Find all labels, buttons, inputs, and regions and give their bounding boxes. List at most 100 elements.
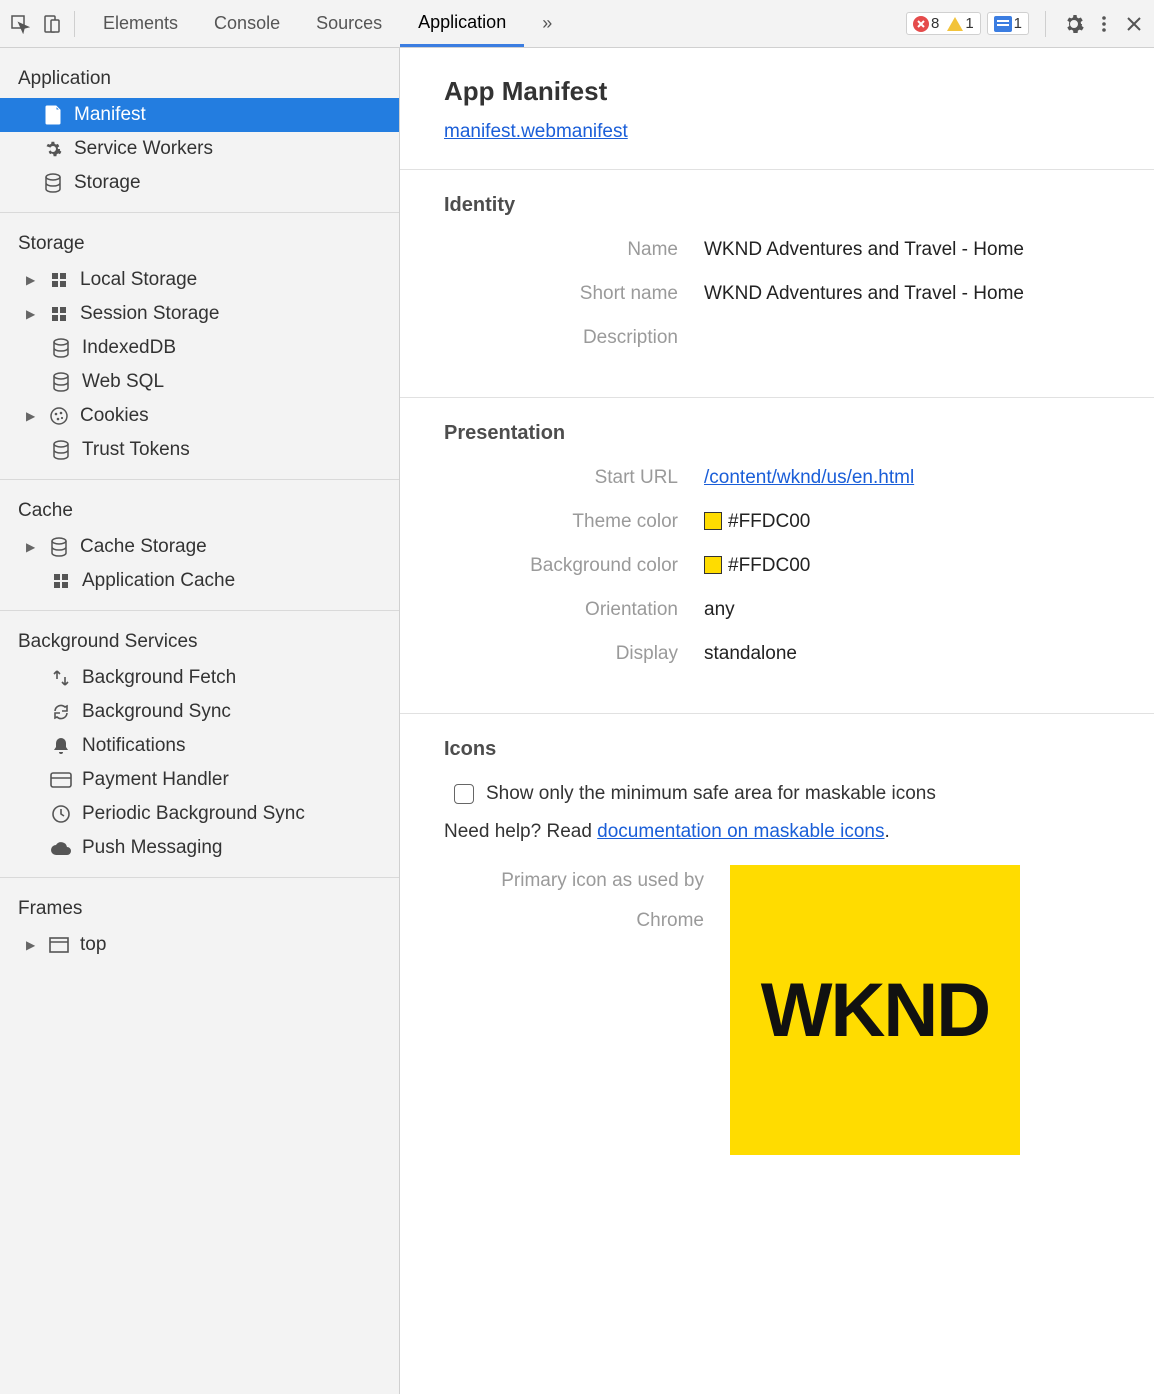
sidebar-item-label: Periodic Background Sync	[82, 803, 305, 825]
value-short-name: WKND Adventures and Travel - Home	[704, 283, 1024, 305]
sidebar-item-label: Trust Tokens	[82, 439, 190, 461]
settings-gear-icon[interactable]	[1062, 12, 1086, 36]
theme-color-swatch	[704, 512, 722, 530]
select-element-icon[interactable]	[8, 12, 32, 36]
error-warning-badge[interactable]: 8 1	[906, 12, 981, 35]
sidebar-item-service-workers[interactable]: Service Workers	[0, 132, 399, 166]
label-orientation: Orientation	[444, 599, 704, 621]
caret-right-icon: ▶	[26, 409, 40, 423]
label-start-url: Start URL	[444, 467, 704, 489]
sidebar-item-label: IndexedDB	[82, 337, 176, 359]
sidebar-item-periodic-bg-sync[interactable]: Periodic Background Sync	[0, 797, 399, 831]
value-orientation: any	[704, 599, 735, 621]
credit-card-icon	[50, 769, 72, 791]
icons-heading: Icons	[444, 738, 1110, 761]
label-name: Name	[444, 239, 704, 261]
warning-icon	[947, 17, 963, 31]
device-toolbar-icon[interactable]	[40, 12, 64, 36]
sidebar-item-label: Cookies	[80, 405, 149, 427]
sidebar-item-label: Background Fetch	[82, 667, 236, 689]
value-start-url[interactable]: /content/wknd/us/en.html	[704, 467, 914, 488]
sidebar-heading-frames: Frames	[0, 888, 399, 928]
close-icon[interactable]	[1122, 12, 1146, 36]
error-count: 8	[931, 15, 939, 32]
sidebar-item-label: Service Workers	[74, 138, 213, 160]
sidebar-item-label: Web SQL	[82, 371, 164, 393]
sync-icon	[50, 701, 72, 723]
sidebar-item-label: Cache Storage	[80, 536, 207, 558]
label-description: Description	[444, 327, 704, 349]
maskable-docs-link[interactable]: documentation on maskable icons	[597, 821, 884, 842]
sidebar-item-cookies[interactable]: ▶ Cookies	[0, 399, 399, 433]
sidebar-item-label: Payment Handler	[82, 769, 229, 791]
sidebar-item-session-storage[interactable]: ▶ Session Storage	[0, 297, 399, 331]
bell-icon	[50, 735, 72, 757]
sidebar-item-cache-storage[interactable]: ▶ Cache Storage	[0, 530, 399, 564]
sidebar-item-label: Push Messaging	[82, 837, 222, 859]
sidebar-item-application-cache[interactable]: Application Cache	[0, 564, 399, 598]
caret-right-icon: ▶	[26, 273, 40, 287]
kebab-menu-icon[interactable]	[1092, 12, 1116, 36]
value-name: WKND Adventures and Travel - Home	[704, 239, 1024, 261]
presentation-heading: Presentation	[444, 422, 1110, 445]
sidebar-heading-application: Application	[0, 58, 399, 98]
sidebar-item-notifications[interactable]: Notifications	[0, 729, 399, 763]
caret-right-icon: ▶	[26, 307, 40, 321]
sidebar-item-label: Local Storage	[80, 269, 197, 291]
bg-color-swatch	[704, 556, 722, 574]
database-icon	[50, 439, 72, 461]
label-theme-color: Theme color	[444, 511, 704, 533]
sidebar-item-label: Manifest	[74, 104, 146, 126]
database-icon	[48, 536, 70, 558]
sidebar-item-push-messaging[interactable]: Push Messaging	[0, 831, 399, 865]
database-icon	[50, 337, 72, 359]
label-display: Display	[444, 643, 704, 665]
divider	[74, 11, 75, 37]
sidebar-heading-bg-services: Background Services	[0, 621, 399, 661]
sidebar-item-label: Notifications	[82, 735, 186, 757]
tab-sources[interactable]: Sources	[298, 0, 400, 47]
sidebar-heading-storage: Storage	[0, 223, 399, 263]
sidebar-item-payment-handler[interactable]: Payment Handler	[0, 763, 399, 797]
sidebar-item-indexeddb[interactable]: IndexedDB	[0, 331, 399, 365]
grid-icon	[48, 269, 70, 291]
sidebar-item-frames-top[interactable]: ▶ top	[0, 928, 399, 962]
window-icon	[48, 934, 70, 956]
database-icon	[50, 371, 72, 393]
sidebar-item-background-fetch[interactable]: Background Fetch	[0, 661, 399, 695]
maskable-checkbox[interactable]	[454, 784, 474, 804]
application-sidebar: Application Manifest Service Workers Sto…	[0, 48, 400, 1394]
tab-overflow[interactable]: »	[524, 0, 570, 47]
sidebar-item-background-sync[interactable]: Background Sync	[0, 695, 399, 729]
tab-application[interactable]: Application	[400, 0, 524, 47]
sidebar-item-storage-overview[interactable]: Storage	[0, 166, 399, 200]
sidebar-item-web-sql[interactable]: Web SQL	[0, 365, 399, 399]
message-count: 1	[1014, 15, 1022, 32]
clock-icon	[50, 803, 72, 825]
caret-right-icon: ▶	[26, 540, 40, 554]
fetch-icon	[50, 667, 72, 689]
sidebar-item-label: Background Sync	[82, 701, 231, 723]
page-title: App Manifest	[444, 76, 1110, 107]
sidebar-item-label: Session Storage	[80, 303, 219, 325]
sidebar-item-manifest[interactable]: Manifest	[0, 98, 399, 132]
caret-right-icon: ▶	[26, 938, 40, 952]
sidebar-item-trust-tokens[interactable]: Trust Tokens	[0, 433, 399, 467]
label-short-name: Short name	[444, 283, 704, 305]
tab-console[interactable]: Console	[196, 0, 298, 47]
label-background-color: Background color	[444, 555, 704, 577]
messages-badge[interactable]: 1	[987, 12, 1029, 35]
grid-icon	[50, 570, 72, 592]
manifest-file-link[interactable]: manifest.webmanifest	[444, 121, 628, 142]
manifest-content: App Manifest manifest.webmanifest Identi…	[400, 48, 1154, 1394]
sidebar-item-local-storage[interactable]: ▶ Local Storage	[0, 263, 399, 297]
grid-icon	[48, 303, 70, 325]
tab-elements[interactable]: Elements	[85, 0, 196, 47]
sidebar-item-label: Application Cache	[82, 570, 235, 592]
document-icon	[42, 104, 64, 126]
logo-text: WKND	[761, 967, 989, 1054]
sidebar-item-label: top	[80, 934, 106, 956]
gear-icon	[42, 138, 64, 160]
help-text: Need help? Read documentation on maskabl…	[444, 821, 1110, 843]
warning-count: 1	[965, 15, 973, 32]
